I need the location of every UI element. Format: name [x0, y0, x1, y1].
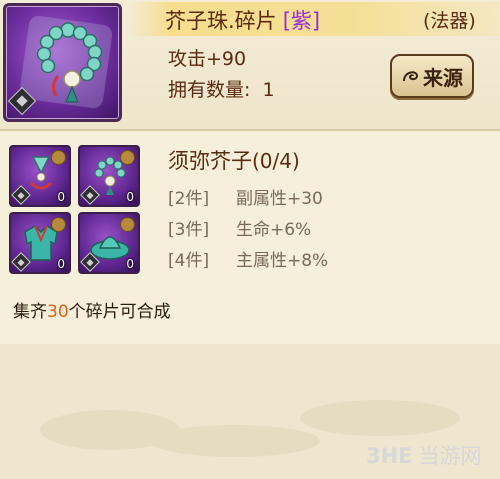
watermark-text: 当游网 [418, 444, 482, 468]
set-bonus-row: [2件] 副属性+30 [168, 184, 323, 209]
bonus-pieces: [4件] [168, 251, 210, 271]
item-name: 芥子珠.碎片 [165, 9, 277, 33]
count-value: 1 [262, 79, 275, 101]
coin-icon [120, 150, 135, 165]
piece-qty: 0 [57, 257, 65, 271]
piece-qty: 0 [126, 190, 134, 204]
collect-number: 30 [47, 302, 69, 322]
coin-icon [120, 217, 135, 232]
source-button-label: 来源 [423, 65, 463, 90]
item-quality: [紫] [282, 9, 321, 33]
set-piece-slot[interactable]: 0 [78, 212, 140, 274]
cloud-decoration [150, 425, 320, 457]
set-title: 须弥芥子(0/4) [168, 145, 300, 175]
watermark-logo: 3HE [366, 444, 413, 468]
piece-qty: 0 [126, 257, 134, 271]
cloud-decoration [300, 400, 460, 436]
bonus-pieces: [2件] [168, 189, 210, 209]
set-piece-slot[interactable]: 0 [9, 212, 71, 274]
set-name: 须弥芥子 [168, 149, 252, 173]
bonus-pieces: [3件] [168, 220, 210, 240]
item-type: (法器) [423, 10, 476, 32]
item-icon-frame [3, 3, 122, 122]
count-label: 拥有数量: [168, 79, 251, 101]
bonus-effect: 主属性+8% [236, 251, 329, 271]
collect-hint: 集齐30个碎片可合成 [13, 297, 171, 322]
set-bonus-row: [3件] 生命+6% [168, 215, 311, 240]
coin-icon [51, 217, 66, 232]
set-piece-slot[interactable]: 0 [9, 145, 71, 207]
watermark: 3HE 当游网 [366, 440, 482, 470]
source-button[interactable]: 来源 [390, 54, 474, 98]
collect-prefix: 集齐 [13, 302, 47, 322]
bonus-effect: 生命+6% [236, 220, 312, 240]
bonus-effect: 副属性+30 [236, 189, 323, 209]
set-progress: (0/4) [252, 149, 300, 173]
swirl-icon [403, 71, 419, 82]
item-stat: 攻击+90 [168, 48, 247, 70]
item-title: 芥子珠.碎片 [紫] [165, 5, 320, 35]
prayer-beads-icon [36, 22, 103, 103]
set-piece-slot[interactable]: 0 [78, 145, 140, 207]
collect-suffix: 个碎片可合成 [68, 302, 171, 322]
item-count: 拥有数量: 1 [168, 75, 275, 102]
piece-qty: 0 [57, 190, 65, 204]
coin-icon [51, 150, 66, 165]
set-bonus-row: [4件] 主属性+8% [168, 246, 328, 271]
